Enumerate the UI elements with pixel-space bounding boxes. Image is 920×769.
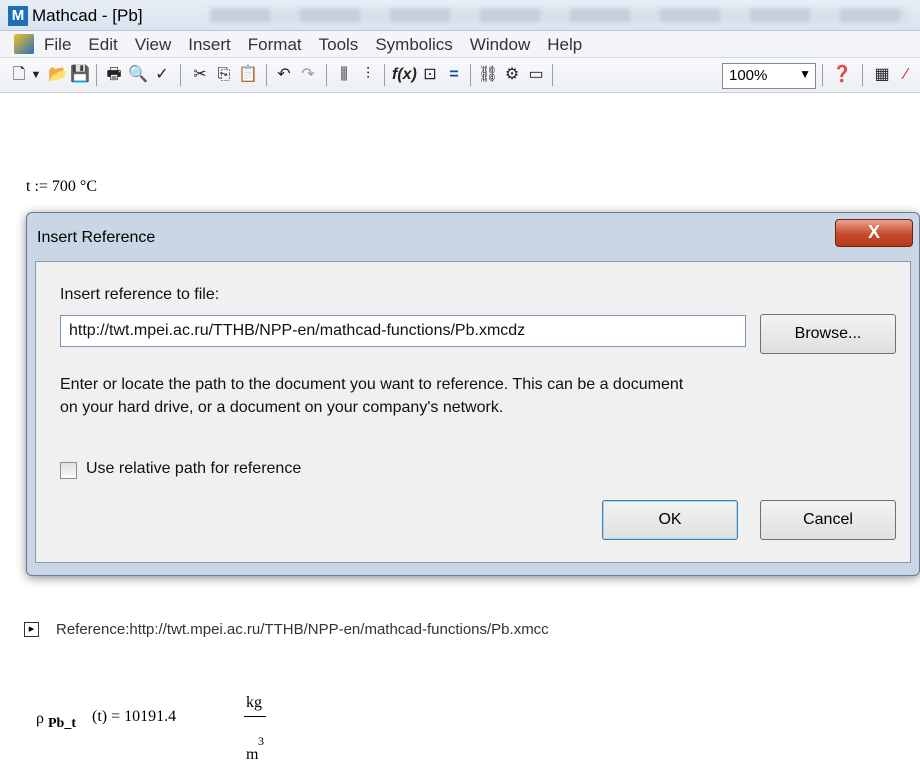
cut-icon[interactable]: ✂ (190, 64, 210, 86)
mathcad-logo-icon: M (8, 6, 28, 26)
copy-icon[interactable]: ⎘ (214, 64, 234, 86)
relative-path-label[interactable]: Use relative path for reference (86, 460, 301, 478)
graph-toolbar-icon[interactable]: ∕ (896, 64, 916, 86)
reference-region[interactable]: Reference:http://twt.mpei.ac.ru/TTHB/NPP… (56, 621, 549, 638)
spell-check-icon[interactable]: ✓ (152, 64, 172, 86)
insert-unit-icon[interactable]: ⊡ (420, 64, 440, 86)
menu-format[interactable]: Format (248, 35, 302, 55)
paste-icon[interactable]: 📋 (238, 64, 258, 86)
toolbar-separator (96, 64, 97, 86)
menu-file[interactable]: File (44, 35, 71, 55)
help-icon[interactable]: ❓ (832, 64, 852, 86)
toolbar-separator (266, 64, 267, 86)
redo-icon[interactable]: ↷ (298, 64, 318, 86)
align-down-icon[interactable]: ⫶ (358, 64, 378, 86)
rho-subscript: Pb_t (48, 716, 76, 731)
zoom-value: 100% (729, 67, 768, 84)
toolbar: 🗋 ▼ 📂 💾 🖶 🔍 ✓ ✂ ⎘ 📋 ↶ ↷ ⫼ ⫶ f(x) ⊡ = ⛓ ⚙… (0, 58, 920, 93)
blurred-title-region (210, 8, 910, 22)
save-icon[interactable]: 💾 (70, 64, 90, 86)
menu-insert[interactable]: Insert (188, 35, 231, 55)
unit-numerator: kg (246, 694, 262, 711)
print-preview-icon[interactable]: 🔍 (128, 64, 148, 86)
browse-button[interactable]: Browse... (760, 314, 896, 354)
insert-reference-dialog: Insert Reference X Insert reference to f… (26, 212, 920, 576)
window-title: Mathcad - [Pb] (32, 6, 143, 25)
new-dropdown-icon[interactable]: ▼ (30, 64, 42, 86)
menu-symbolics[interactable]: Symbolics (375, 35, 452, 55)
document-icon[interactable] (14, 34, 34, 54)
unit-exponent: 3 (258, 734, 264, 748)
menu-tools[interactable]: Tools (319, 35, 359, 55)
toolbar-separator (384, 64, 385, 86)
toolbar-separator (326, 64, 327, 86)
close-button[interactable]: X (835, 219, 913, 247)
fraction-bar (244, 716, 266, 717)
temperature-assignment[interactable]: t := 700 °C (26, 178, 97, 196)
unit-denominator: m (246, 746, 259, 763)
reference-path-input[interactable] (60, 315, 746, 347)
toolbar-separator (862, 64, 863, 86)
ok-button[interactable]: OK (602, 500, 738, 540)
toolbar-separator (470, 64, 471, 86)
toolbar-separator (822, 64, 823, 86)
menu-edit[interactable]: Edit (88, 35, 117, 55)
calculate-icon[interactable]: = (444, 64, 464, 86)
insert-region-icon[interactable]: ▭ (526, 64, 546, 86)
open-folder-icon[interactable]: 📂 (48, 64, 68, 86)
insert-function-icon[interactable]: f(x) (392, 64, 417, 86)
align-across-icon[interactable]: ⫼ (334, 64, 354, 86)
rho-value: (t) = 10191.4 (92, 708, 177, 725)
toolbar-separator (180, 64, 181, 86)
expand-reference-icon[interactable]: ▸ (24, 622, 39, 637)
reference-prompt-label: Insert reference to file: (60, 286, 220, 303)
dialog-title: Insert Reference (37, 229, 156, 246)
undo-icon[interactable]: ↶ (274, 64, 294, 86)
toolbar-separator (552, 64, 553, 86)
chevron-down-icon[interactable]: ▼ (799, 67, 811, 81)
print-icon[interactable]: 🖶 (104, 64, 124, 86)
menu-view[interactable]: View (135, 35, 172, 55)
help-text-line-1: Enter or locate the path to the document… (60, 376, 684, 393)
new-document-icon[interactable]: 🗋 (10, 64, 28, 86)
menu-window[interactable]: Window (470, 35, 530, 55)
rho-symbol: ρ (36, 710, 44, 727)
insert-hyperlink-icon[interactable]: ⛓ (478, 64, 498, 86)
help-text-line-2: on your hard drive, or a document on you… (60, 399, 504, 416)
insert-component-icon[interactable]: ⚙ (502, 64, 522, 86)
title-bar: M Mathcad - [Pb] (0, 0, 920, 31)
menu-help[interactable]: Help (547, 35, 582, 55)
cancel-button[interactable]: Cancel (760, 500, 896, 540)
calculator-toolbar-icon[interactable]: ▦ (872, 64, 892, 86)
zoom-select[interactable]: 100% ▼ (722, 63, 816, 89)
relative-path-checkbox[interactable] (60, 462, 77, 479)
menu-bar: File Edit View Insert Format Tools Symbo… (0, 31, 920, 58)
dialog-body: Insert reference to file: Browse... Ente… (35, 261, 911, 563)
